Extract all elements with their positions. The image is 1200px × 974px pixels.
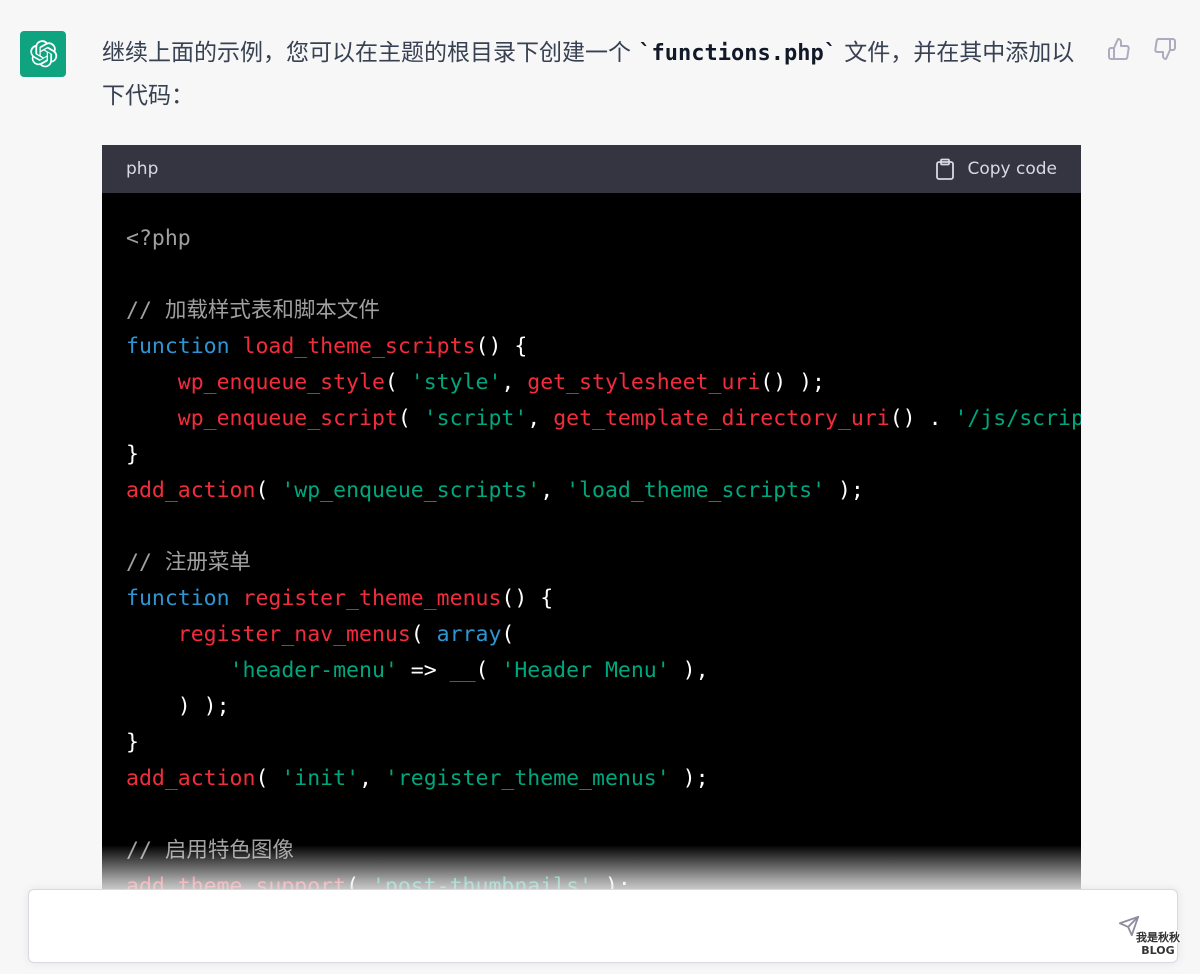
message-inline-code: `functions.php` [638,41,837,66]
code-token: } [126,730,139,755]
code-token: load_theme_scripts [242,334,476,359]
message-text-before: 继续上面的示例，您可以在主题的根目录下创建一个 [102,40,639,66]
code-token: wp_enqueue_style [177,370,385,395]
code-token: // 启用特色图像 [126,838,294,863]
thumbs-down-button[interactable] [1152,36,1178,62]
code-token: ); [825,478,864,503]
code-token: () { [475,334,528,359]
watermark-line1: 我是秋秋 [1136,931,1180,944]
code-line: function load_theme_scripts() { [126,329,1081,365]
code-token: () { [501,586,554,611]
code-line: wp_enqueue_script( 'script', get_templat… [126,401,1081,437]
code-token: ( [397,406,424,431]
code-token: ( [255,478,282,503]
blog-watermark: 我是秋秋 BLOG [1126,926,1190,962]
code-token: register_nav_menus [177,622,411,647]
assistant-avatar [20,31,66,77]
code-token: () ); [760,370,826,395]
code-token: 'register_theme_menus' [384,766,670,791]
code-line: add_action( 'wp_enqueue_scripts', 'load_… [126,473,1081,509]
code-token: // 注册菜单 [126,550,251,575]
code-block-header: php Copy code [102,145,1081,193]
code-line: ) ); [126,689,1081,725]
code-token: wp_enqueue_script [177,406,398,431]
assistant-message: 继续上面的示例，您可以在主题的根目录下创建一个 `functions.php` … [102,32,1077,117]
code-token: , [540,478,567,503]
prompt-input[interactable] [28,889,1178,963]
copy-code-button[interactable]: Copy code [935,158,1057,180]
code-line: register_nav_menus( array( [126,617,1081,653]
code-line: 'header-menu' => __( 'Header Menu' ), [126,653,1081,689]
thumbs-down-icon [1154,38,1176,60]
code-token: get_stylesheet_uri [527,370,761,395]
code-token: ) ); [126,694,230,719]
code-token: => [397,658,450,683]
code-language-label: php [126,159,159,179]
code-line: <?php [126,221,1081,257]
code-token: } [126,442,139,467]
code-token: () . [889,406,955,431]
openai-logo-icon [30,40,58,68]
code-token: ( [475,658,502,683]
code-token: ( [384,370,411,395]
code-token: function [126,334,230,359]
code-token: ( [501,622,515,647]
code-token: // 加载样式表和脚本文件 [126,298,380,323]
code-line: function register_theme_menus() { [126,581,1081,617]
code-line: } [126,437,1081,473]
thumbs-up-icon [1108,38,1130,60]
code-token: 'init' [281,766,360,791]
prompt-textarea[interactable] [45,904,1109,950]
code-token: 'script' [423,406,528,431]
watermark-line2: BLOG [1141,944,1175,957]
code-token: 'Header Menu' [501,658,670,683]
code-token: add_action [126,766,256,791]
code-block: php Copy code <?php // 加载样式表和脚本文件 function… [102,145,1081,895]
code-token: 'style' [410,370,502,395]
code-line: add_action( 'init', 'register_theme_menu… [126,761,1081,797]
clipboard-icon [936,158,955,180]
code-token: add_action [126,478,256,503]
code-token: ( [255,766,282,791]
code-token: , [359,766,385,791]
code-line: // 启用特色图像 [126,833,1081,869]
code-token: 'load_theme_scripts' [566,478,826,503]
code-line: } [126,725,1081,761]
code-content: <?php // 加载样式表和脚本文件 function load_theme_sc… [102,193,1081,895]
code-line: // 加载样式表和脚本文件 [126,293,1081,329]
code-token: '/js/script. [954,406,1081,431]
code-token: ( [410,622,437,647]
code-token: get_template_directory_uri [553,406,890,431]
copy-code-label: Copy code [967,159,1057,179]
code-token: 'wp_enqueue_scripts' [281,478,541,503]
code-token: ); [669,766,709,791]
code-token: <?php [126,226,191,251]
feedback-buttons [1106,36,1178,62]
code-token: array [436,622,502,647]
code-token: , [527,406,554,431]
code-token: __ [449,658,476,683]
code-line: // 注册菜单 [126,545,1081,581]
code-token: 'header-menu' [229,658,398,683]
thumbs-up-button[interactable] [1106,36,1132,62]
code-token: , [501,370,528,395]
code-line: wp_enqueue_style( 'style', get_styleshee… [126,365,1081,401]
code-token: function [126,586,230,611]
code-token: ), [669,658,709,683]
code-token: register_theme_menus [242,586,502,611]
